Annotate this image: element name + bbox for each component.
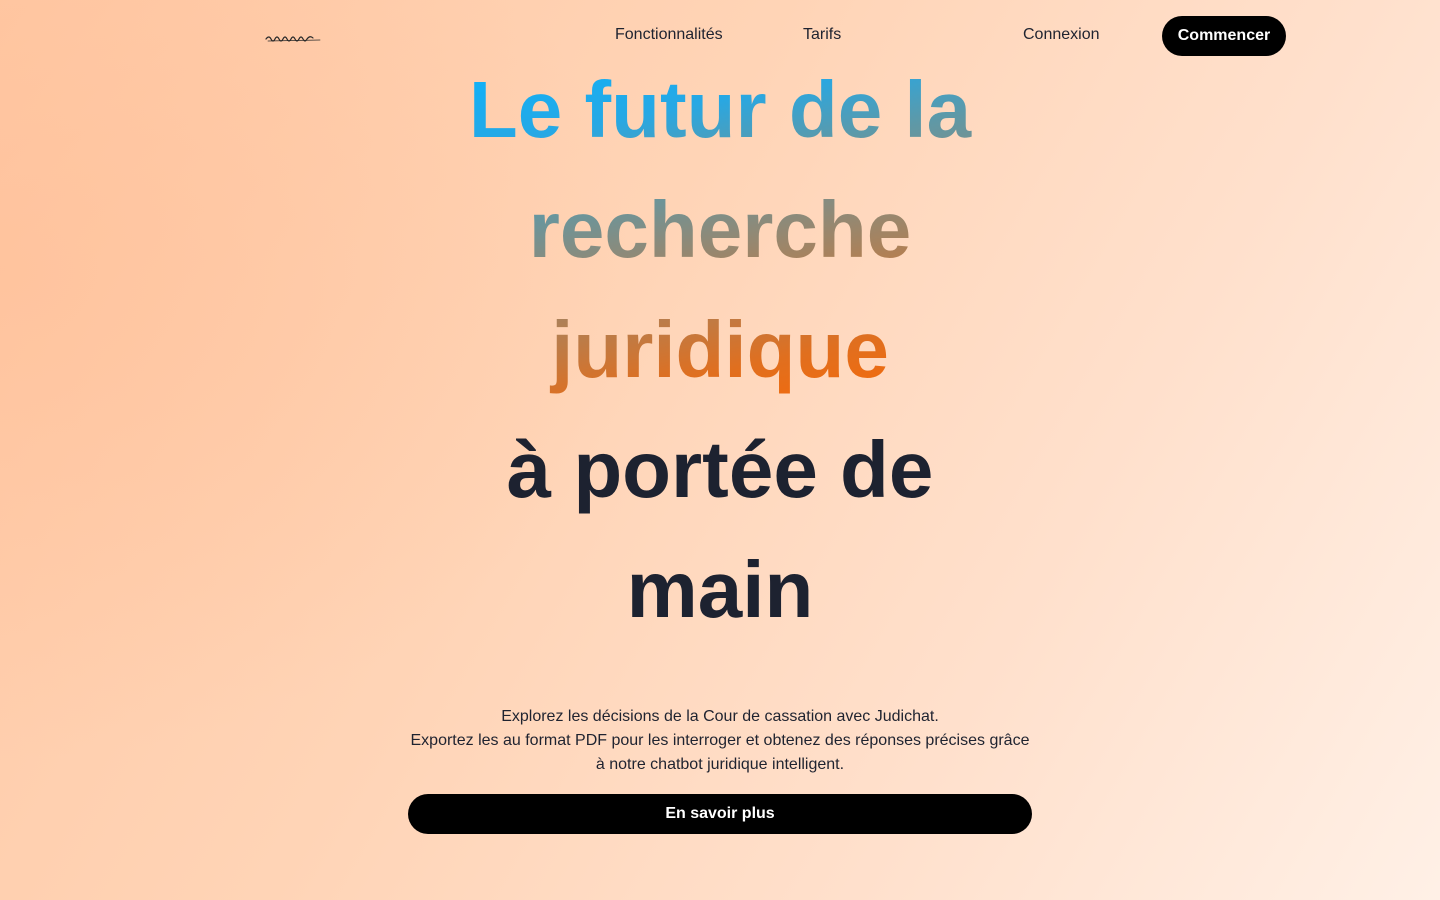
nav-link-features[interactable]: Fonctionnalités — [615, 25, 723, 45]
hero-title-line-1: Le futur de la — [468, 65, 972, 154]
nav-link-pricing[interactable]: Tarifs — [803, 25, 841, 45]
nav-link-login[interactable]: Connexion — [1023, 25, 1100, 45]
intro-line-1: Explorez les décisions de la Cour de cas… — [501, 708, 939, 725]
learn-more-button[interactable]: En savoir plus — [408, 794, 1032, 834]
hero-section: Le futur de la recherche juridique à por… — [0, 50, 1440, 650]
hero-title-line-2: recherche — [528, 185, 912, 274]
hero-title-line-3: juridique — [551, 305, 889, 394]
intro-text: Explorez les décisions de la Cour de cas… — [0, 705, 1440, 777]
hero-title: Le futur de la recherche juridique à por… — [0, 50, 1440, 650]
logo-signature-icon[interactable] — [264, 28, 324, 44]
hero-title-line-4: à portée de — [506, 425, 934, 514]
hero-title-line-5: main — [626, 545, 814, 634]
hero-title-gradient: Le futur de la recherche juridique — [461, 50, 979, 410]
intro-line-2: Exportez les au format PDF pour les inte… — [410, 732, 1030, 773]
